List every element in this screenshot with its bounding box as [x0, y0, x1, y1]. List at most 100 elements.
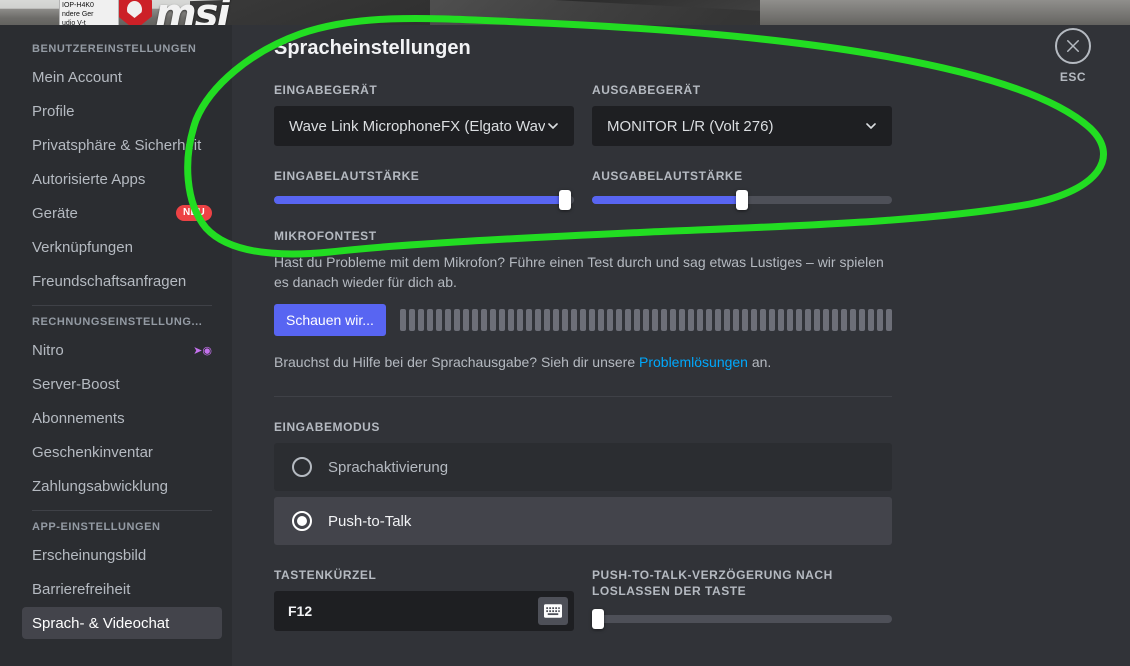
sidebar-item-label: Geschenkinventar: [32, 443, 153, 461]
mic-level-bar: [858, 309, 865, 331]
sidebar-item-sprach-videochat[interactable]: Sprach- & Videochat: [22, 607, 222, 639]
sidebar-separator: [32, 305, 212, 306]
mic-level-bar: [552, 309, 559, 331]
chevron-down-icon: [548, 123, 558, 129]
ptt-delay-label: PUSH-TO-TALK-VERZÖGERUNG NACH LOSLASSEN …: [592, 568, 833, 598]
output-volume-fill: [592, 196, 742, 204]
radio-icon[interactable]: [292, 457, 312, 477]
sidebar-item-label: Autorisierte Apps: [32, 170, 146, 188]
sidebar-item-profile[interactable]: Profile: [22, 95, 222, 127]
input-volume-fill: [274, 196, 565, 204]
sidebar-item-erscheinungsbild[interactable]: Erscheinungsbild: [22, 539, 222, 571]
mic-level-bar: [795, 309, 802, 331]
mic-level-bar: [840, 309, 847, 331]
mic-level-meter: [399, 308, 892, 332]
mic-level-bar: [849, 309, 856, 331]
ptt-delay-slider[interactable]: [592, 609, 892, 629]
keyboard-icon[interactable]: [538, 597, 568, 625]
input-volume-thumb[interactable]: [559, 190, 571, 210]
sidebar-item-label: Geräte: [32, 204, 78, 222]
sidebar-item-freundschaftsanfragen[interactable]: Freundschaftsanfragen: [22, 265, 222, 297]
sidebar-item-server-boost[interactable]: Server-Boost: [22, 368, 222, 400]
mic-level-bar: [651, 309, 658, 331]
shortcut-group: TASTENKÜRZEL F12: [274, 567, 574, 631]
sidebar-item-geschenkinventar[interactable]: Geschenkinventar: [22, 436, 222, 468]
mic-level-bar: [885, 309, 892, 331]
input-device-label: EINGABEGERÄT: [274, 83, 378, 97]
mic-level-bar: [750, 309, 757, 331]
output-device-select[interactable]: MONITOR L/R (Volt 276): [592, 106, 892, 146]
page-title: Spracheinstellungen: [274, 37, 471, 59]
mic-test-label: MIKROFONTEST: [274, 229, 377, 243]
mic-level-bar: [660, 309, 667, 331]
mic-level-bar: [759, 309, 766, 331]
section-divider: [274, 396, 892, 397]
close-icon[interactable]: [1055, 28, 1091, 64]
sidebar-category-title: RECHNUNGSEINSTELLUNG...: [32, 316, 203, 328]
mic-level-bar: [669, 309, 676, 331]
sidebar-item-label: Erscheinungsbild: [32, 546, 147, 564]
mic-test-button[interactable]: Schauen wir...: [274, 304, 386, 336]
mic-level-bar: [624, 309, 631, 331]
settings-sidebar[interactable]: BENUTZEREINSTELLUNGEN Mein Account Profile…: [0, 25, 232, 666]
settings-content: Spracheinstellungen EINGABEGERÄT Wave Li…: [232, 25, 1130, 666]
output-device-label: AUSGABEGERÄT: [592, 83, 701, 97]
volume-row: EINGABELAUTSTÄRKE AUSGABELAUTSTÄRKE: [274, 168, 892, 210]
sidebar-item-autorisierte-apps[interactable]: Autorisierte Apps: [22, 163, 222, 195]
mic-level-bar: [417, 309, 424, 331]
mic-level-bar: [804, 309, 811, 331]
sidebar-item-mein-account[interactable]: Mein Account: [22, 61, 222, 93]
sidebar-item-verknüpfungen[interactable]: Verknüpfungen: [22, 231, 222, 263]
input-device-select[interactable]: Wave Link MicrophoneFX (Elgato Wave:3: [274, 106, 574, 146]
shortcut-label: TASTENKÜRZEL: [274, 568, 377, 582]
sidebar-item-privatsphäre-sicherheit[interactable]: Privatsphäre & Sicherheit: [22, 129, 222, 161]
sidebar-item-label: Privatsphäre & Sicherheit: [32, 136, 202, 154]
mic-level-bar: [615, 309, 622, 331]
output-volume-slider[interactable]: [592, 190, 892, 210]
voice-help-suffix: an.: [747, 354, 772, 370]
output-volume-group: AUSGABELAUTSTÄRKE: [592, 168, 892, 210]
output-volume-thumb[interactable]: [736, 190, 748, 210]
troubleshooting-link[interactable]: Problemlösungen: [639, 354, 748, 370]
input-mode-option-push-to-talk[interactable]: Push-to-Talk: [274, 497, 892, 545]
mic-level-bar: [642, 309, 649, 331]
shortcut-input[interactable]: F12: [274, 591, 574, 631]
mic-test-section: MIKROFONTEST Hast du Probleme mit dem Mi…: [274, 228, 892, 370]
status-badge: NEU: [175, 205, 212, 221]
chevron-down-icon: [866, 123, 876, 129]
mic-level-bar: [408, 309, 415, 331]
sidebar-item-label: Barrierefreiheit: [32, 580, 131, 598]
mic-level-bar: [426, 309, 433, 331]
mic-level-bar: [588, 309, 595, 331]
sidebar-item-abonnements[interactable]: Abonnements: [22, 402, 222, 434]
sidebar-item-label: Zahlungsabwicklung: [32, 477, 168, 495]
close-settings-button[interactable]: ESC: [1043, 28, 1103, 84]
input-mode-label-text: Sprachaktivierung: [328, 458, 449, 476]
ptt-delay-thumb[interactable]: [592, 609, 604, 629]
sidebar-item-barrierefreiheit[interactable]: Barrierefreiheit: [22, 573, 222, 605]
input-mode-option-sprachaktivierung[interactable]: Sprachaktivierung: [274, 443, 892, 491]
ptt-delay-group: PUSH-TO-TALK-VERZÖGERUNG NACH LOSLASSEN …: [592, 567, 892, 631]
sidebar-item-nitro[interactable]: Nitro ➤◉: [22, 334, 222, 366]
mic-level-bar: [399, 309, 406, 331]
sidebar-item-label: Nitro: [32, 341, 64, 359]
input-mode-label-text: Push-to-Talk: [328, 512, 412, 530]
sidebar-category-title: APP-EINSTELLUNGEN: [32, 521, 161, 533]
mic-level-bar: [813, 309, 820, 331]
bg-dialog-line-2: ndere Ger: [62, 11, 94, 18]
background-sound-dialog[interactable]: IOP-H4K0 ndere Ger udio V-t: [59, 0, 119, 28]
mic-level-bar: [777, 309, 784, 331]
mic-level-bar: [606, 309, 613, 331]
input-device-group: EINGABEGERÄT Wave Link MicrophoneFX (Elg…: [274, 82, 574, 146]
input-mode-section: EINGABEMODUS Sprachaktivierung Push-to-Ta…: [274, 419, 892, 545]
sidebar-item-zahlungsabwicklung[interactable]: Zahlungsabwicklung: [22, 470, 222, 502]
sidebar-item-geräte[interactable]: Geräte NEU: [22, 197, 222, 229]
input-volume-slider[interactable]: [274, 190, 574, 210]
mic-level-bar: [489, 309, 496, 331]
sidebar-item-label: Mein Account: [32, 68, 123, 86]
output-device-group: AUSGABEGERÄT MONITOR L/R (Volt 276): [592, 82, 892, 146]
radio-icon[interactable]: [292, 511, 312, 531]
device-row: EINGABEGERÄT Wave Link MicrophoneFX (Elg…: [274, 82, 892, 146]
mic-level-bar: [561, 309, 568, 331]
mic-level-bar: [867, 309, 874, 331]
